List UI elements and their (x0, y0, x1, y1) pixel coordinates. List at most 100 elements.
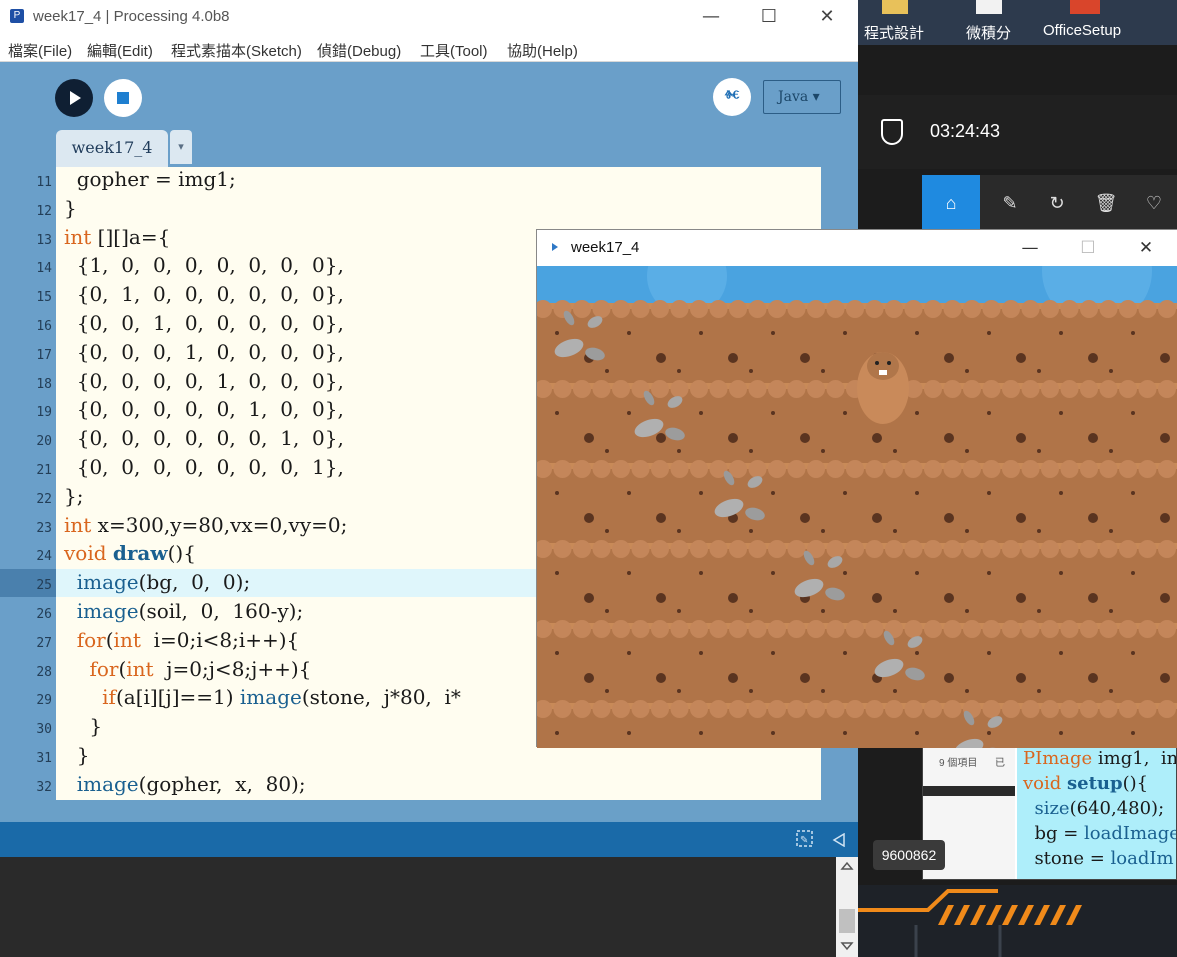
soil-bump (670, 620, 689, 638)
menu-debug[interactable]: 偵錯(Debug) (317, 40, 401, 61)
mode-selector[interactable]: Java ▾ (763, 80, 841, 114)
menu-sketch[interactable]: 程式素描本(Sketch) (171, 40, 302, 61)
favorite-icon[interactable]: ♡ (1142, 191, 1166, 215)
soil-bump (943, 540, 962, 558)
sketch-maximize-button[interactable]: ☐ (1059, 230, 1117, 266)
soil-bump (709, 620, 728, 638)
sketch-canvas[interactable] (537, 266, 1177, 748)
preview-dark-band (923, 786, 1015, 796)
soil-pebble (584, 433, 594, 443)
soil-bump (807, 620, 825, 638)
soil-dot (821, 689, 825, 693)
soil-bump (846, 300, 864, 318)
folder-icon[interactable] (882, 0, 908, 14)
desktop-icon-label[interactable]: OfficeSetup (1043, 22, 1121, 39)
soil-bump (1158, 540, 1176, 558)
console-scrollbar[interactable] (836, 857, 858, 957)
soil-dot (627, 571, 631, 575)
code-line: {0, 0, 0, 0, 0, 1, 0, 0}, (64, 397, 344, 422)
line-number: 28 (36, 664, 52, 680)
tab-week17_4[interactable]: week17_4 (56, 130, 168, 167)
soil-bump (982, 460, 1001, 478)
line-number: 16 (36, 319, 52, 334)
delete-icon[interactable]: 🗑 (1094, 191, 1118, 215)
ide-titlebar: P week17_4 | Processing 4.0b8 — ☐ ✕ (0, 0, 858, 34)
code-line: }; (64, 483, 84, 508)
menu-file[interactable]: 檔案(File) (8, 40, 72, 61)
soil-dot (915, 651, 919, 655)
menu-help[interactable]: 協助(Help) (507, 40, 578, 61)
line-number: 24 (36, 549, 52, 565)
soil-dot (965, 449, 969, 453)
soil-dot (821, 609, 825, 613)
soil-bump (1080, 620, 1098, 638)
soil-bump (885, 700, 903, 718)
line-number: 19 (36, 405, 52, 421)
soil-pebble (1016, 513, 1026, 523)
preview-code-view: PImage img1, img void setup(){ size(640,4… (1017, 746, 1176, 879)
console-toggle-icon[interactable]: ✎ (795, 829, 815, 849)
soil-bump (573, 460, 591, 478)
desktop-icon-label[interactable]: 微積分 (966, 22, 1011, 43)
soil-bump (1138, 620, 1157, 638)
menu-edit[interactable]: 編輯(Edit) (87, 40, 153, 61)
tab-menu-dropdown[interactable]: ▾ (170, 130, 192, 164)
menu-tool[interactable]: 工具(Tool) (420, 40, 488, 61)
maximize-button[interactable]: ☐ (740, 0, 798, 34)
soil-dot (627, 491, 631, 495)
rotate-icon[interactable]: ↻ (1045, 191, 1069, 215)
processing-app-icon: P (10, 9, 24, 23)
soil-bump (1119, 620, 1137, 638)
soil-bump (924, 700, 942, 718)
soil-bump (1158, 380, 1176, 398)
soil-dot (1131, 651, 1135, 655)
code-line: {0, 1, 0, 0, 0, 0, 0, 0}, (64, 282, 344, 307)
soil-pebble (872, 593, 882, 603)
soil-dot (965, 689, 969, 693)
soil-dot (1131, 331, 1135, 335)
folder-icon[interactable] (976, 0, 1002, 14)
soil-dot (627, 731, 631, 735)
home-icon[interactable]: ⌂ (922, 175, 980, 231)
soil-bump (690, 460, 708, 478)
soil-bump (729, 540, 747, 558)
soil-bump (1158, 300, 1176, 318)
soil-bump (592, 620, 611, 638)
code-line: {0, 0, 0, 0, 0, 0, 1, 0}, (64, 426, 344, 451)
office-icon[interactable] (1070, 0, 1100, 14)
soil-dot (1109, 449, 1113, 453)
soil-bump (1041, 620, 1059, 638)
timer-panel: 03:24:43 (858, 95, 1177, 169)
soil-bump (748, 460, 767, 478)
minimize-button[interactable]: — (682, 0, 740, 34)
screenshot-preview: 9 個項目 已 PImage img1, img void setup(){ si… (922, 745, 1177, 880)
edit-image-icon[interactable]: ✎ (998, 191, 1022, 215)
debugger-icon[interactable]: ⱙ (713, 78, 751, 116)
run-button[interactable] (55, 79, 93, 117)
soil-bump (709, 700, 728, 718)
soil-bump (1119, 460, 1137, 478)
sketch-close-button[interactable]: ✕ (1117, 230, 1175, 266)
line-number: 13 (36, 232, 52, 248)
soil-dot (1037, 689, 1041, 693)
collapse-arrow-icon[interactable] (832, 833, 846, 847)
desktop-icon-label[interactable]: 程式設計 (864, 22, 924, 43)
soil-bump (748, 300, 767, 318)
soil-bump (1080, 300, 1098, 318)
close-button[interactable]: ✕ (798, 0, 856, 34)
soil-dot (677, 449, 681, 453)
gopher-teeth (879, 370, 887, 375)
stop-button[interactable] (104, 79, 142, 117)
soil-bump (690, 700, 708, 718)
line-number: 27 (36, 635, 52, 651)
sketch-minimize-button[interactable]: — (1001, 230, 1059, 266)
soil-pebble (1088, 353, 1098, 363)
soil-bump (729, 700, 747, 718)
soil-bump (670, 300, 689, 318)
soil-bump (1158, 620, 1176, 638)
soil-dot (555, 651, 559, 655)
soil-dot (915, 411, 919, 415)
soil-bump (1099, 700, 1118, 718)
soil-dot (771, 651, 775, 655)
soil-dot (965, 609, 969, 613)
